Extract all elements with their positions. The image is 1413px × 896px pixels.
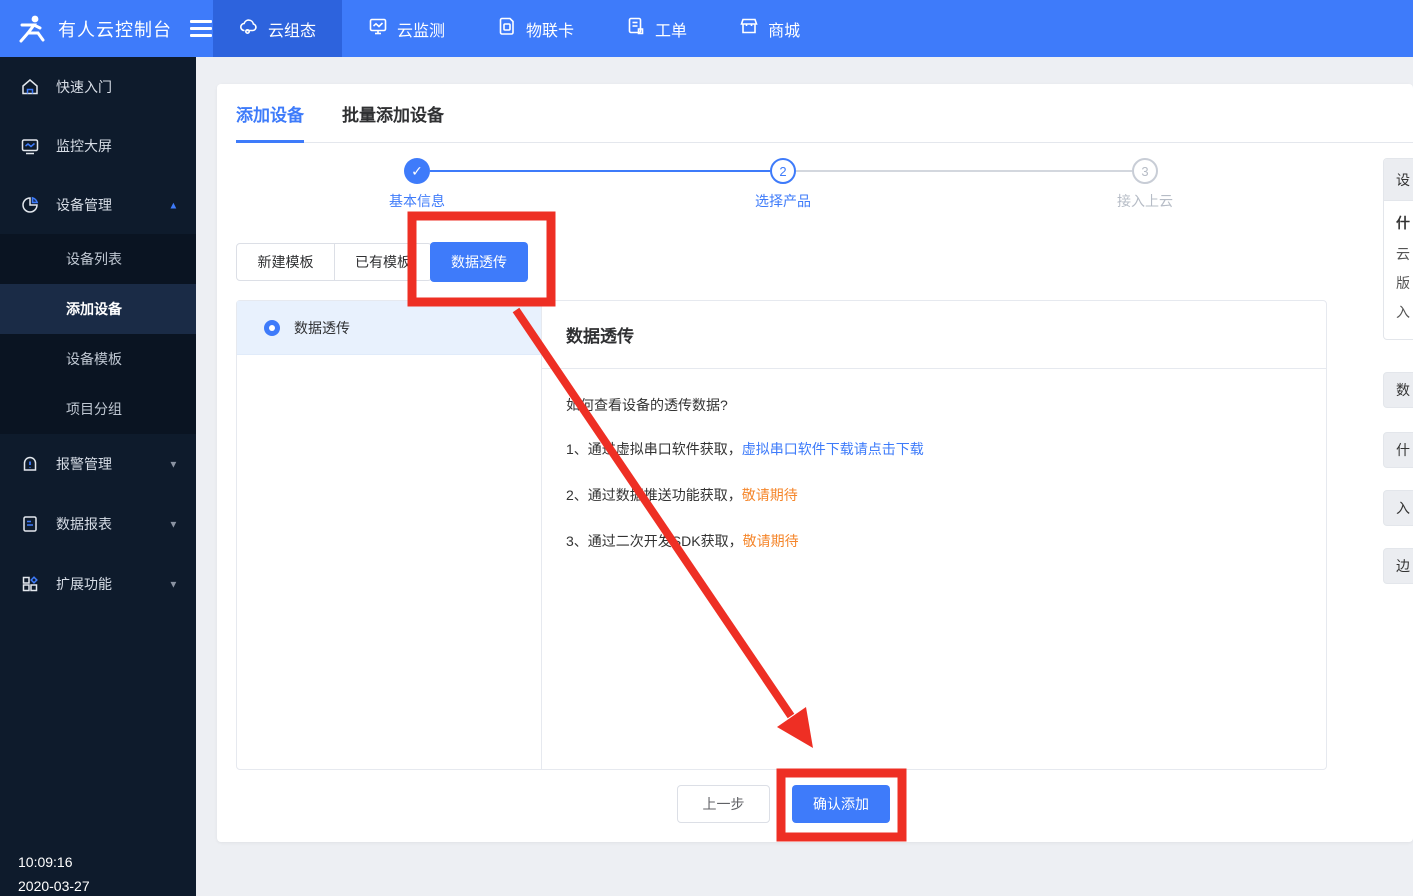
- sim-card-icon: [497, 16, 517, 41]
- confirm-add-button[interactable]: 确认添加: [792, 785, 890, 823]
- home-icon: [20, 77, 40, 97]
- option-row-data-passthrough[interactable]: 数据透传: [237, 301, 541, 355]
- nav-item-iot-card[interactable]: 物联卡: [471, 0, 600, 57]
- sidebar: 快速入门 监控大屏 设备管理 ▲ 设备列表 添加设备 设备模板 项目分组 报警管…: [0, 57, 196, 896]
- app-title: 有人云控制台: [58, 19, 172, 40]
- segment-data-passthrough[interactable]: 数据透传: [430, 242, 528, 282]
- help-line: 什: [1396, 215, 1410, 231]
- sidebar-item-device-list[interactable]: 设备列表: [0, 234, 196, 284]
- radio-selected-icon[interactable]: [264, 319, 280, 336]
- pie-chart-icon: [20, 195, 40, 215]
- detail-item-2: 2、通过数据推送功能获取，敬请期待: [566, 487, 798, 503]
- detail-question: 如何查看设备的透传数据?: [566, 397, 728, 413]
- usr-logo-icon: [14, 12, 48, 46]
- help-panel-box: 设 什 云 版 入: [1383, 158, 1413, 340]
- help-line: 云: [1396, 246, 1410, 262]
- option-list: 数据透传: [237, 301, 542, 769]
- step-3-label: 接入上云: [1117, 193, 1173, 209]
- step-connector-2-3: [796, 170, 1132, 172]
- sidebar-item-project-group[interactable]: 项目分组: [0, 384, 196, 434]
- chevron-down-icon: ▼: [168, 518, 179, 530]
- logo-block[interactable]: 有人云控制台: [0, 0, 212, 57]
- store-icon: [739, 16, 759, 41]
- help-panel-header[interactable]: 设: [1384, 159, 1413, 201]
- cloud-icon: [239, 16, 259, 41]
- step-2-label: 选择产品: [755, 193, 811, 209]
- sidebar-item-device-management[interactable]: 设备管理 ▲: [0, 175, 196, 234]
- sidebar-item-alarm-management[interactable]: 报警管理 ▼: [0, 434, 196, 494]
- nav-item-cloud-monitor[interactable]: 云监测: [342, 0, 471, 57]
- chevron-down-icon: ▼: [168, 578, 179, 590]
- detail-pane: 数据透传 如何查看设备的透传数据? 1、通过虚拟串口软件获取，虚拟串口软件下载请…: [542, 301, 1326, 769]
- report-icon: [20, 514, 40, 534]
- sidebar-item-extensions[interactable]: 扩展功能 ▼: [0, 554, 196, 614]
- tab-add-device[interactable]: 添加设备: [236, 84, 304, 143]
- alarm-bell-icon: [20, 454, 40, 474]
- device-management-submenu: 设备列表 添加设备 设备模板 项目分组: [0, 234, 196, 434]
- detail-item-1: 1、通过虚拟串口软件获取，虚拟串口软件下载请点击下载: [566, 441, 924, 457]
- top-header: 有人云控制台 云组态 云监测 物联卡 工单 商城: [0, 0, 1413, 57]
- coming-soon-label: 敬请期待: [741, 487, 798, 503]
- detail-item-3: 3、通过二次开发SDK获取，敬请期待: [566, 533, 799, 549]
- detail-title: 数据透传: [542, 301, 1326, 369]
- help-line: 入: [1396, 304, 1410, 320]
- help-chip-3[interactable]: 入: [1383, 490, 1413, 526]
- nav-item-work-order[interactable]: 工单: [600, 0, 713, 57]
- work-order-icon: [626, 16, 646, 41]
- step-2-circle: 2: [770, 158, 796, 184]
- sidebar-item-device-template[interactable]: 设备模板: [0, 334, 196, 384]
- segment-existing-template[interactable]: 已有模板: [334, 244, 431, 280]
- page-tabs: 添加设备 批量添加设备: [236, 84, 1413, 143]
- chevron-down-icon: ▼: [168, 458, 179, 470]
- template-segment-group: 新建模板 已有模板: [236, 243, 432, 281]
- sidebar-item-add-device[interactable]: 添加设备: [0, 284, 196, 334]
- sidebar-item-data-report[interactable]: 数据报表 ▼: [0, 494, 196, 554]
- help-line: 版: [1396, 275, 1410, 291]
- download-link[interactable]: 虚拟串口软件下载请点击下载: [742, 441, 924, 457]
- help-chip-2[interactable]: 什: [1383, 432, 1413, 468]
- main-content-card: 添加设备 批量添加设备 ✓ 2 3 基本信息 选择产品 接入上云 新建模板 已有…: [217, 84, 1413, 842]
- step-1-circle: ✓: [404, 158, 430, 184]
- step-connector-1-2: [430, 170, 770, 172]
- hamburger-menu-icon[interactable]: [190, 20, 212, 37]
- screen-icon: [20, 136, 40, 156]
- tab-batch-add-device[interactable]: 批量添加设备: [342, 84, 444, 142]
- monitor-chart-icon: [368, 16, 388, 41]
- sidebar-clock-date: 2020-03-27: [18, 878, 90, 894]
- help-chip-4[interactable]: 边: [1383, 548, 1413, 584]
- step-1-label: 基本信息: [389, 193, 445, 209]
- passthrough-panel: 数据透传 数据透传 如何查看设备的透传数据? 1、通过虚拟串口软件获取，虚拟串口…: [236, 300, 1327, 770]
- sidebar-item-monitor-screen[interactable]: 监控大屏: [0, 116, 196, 175]
- sidebar-clock-time: 10:09:16: [18, 854, 73, 870]
- check-icon: ✓: [411, 162, 423, 179]
- chevron-up-icon: ▲: [168, 199, 179, 210]
- top-nav: 云组态 云监测 物联卡 工单 商城: [213, 0, 826, 57]
- segment-new-template[interactable]: 新建模板: [237, 244, 334, 280]
- nav-item-cloud-scada[interactable]: 云组态: [213, 0, 343, 57]
- help-chip-1[interactable]: 数: [1383, 372, 1413, 408]
- previous-step-button[interactable]: 上一步: [677, 785, 770, 823]
- coming-soon-label: 敬请期待: [742, 533, 799, 549]
- sidebar-item-quick-start[interactable]: 快速入门: [0, 57, 196, 116]
- grid-icon: [20, 574, 40, 594]
- nav-item-mall[interactable]: 商城: [713, 0, 826, 57]
- step-3-circle: 3: [1132, 158, 1158, 184]
